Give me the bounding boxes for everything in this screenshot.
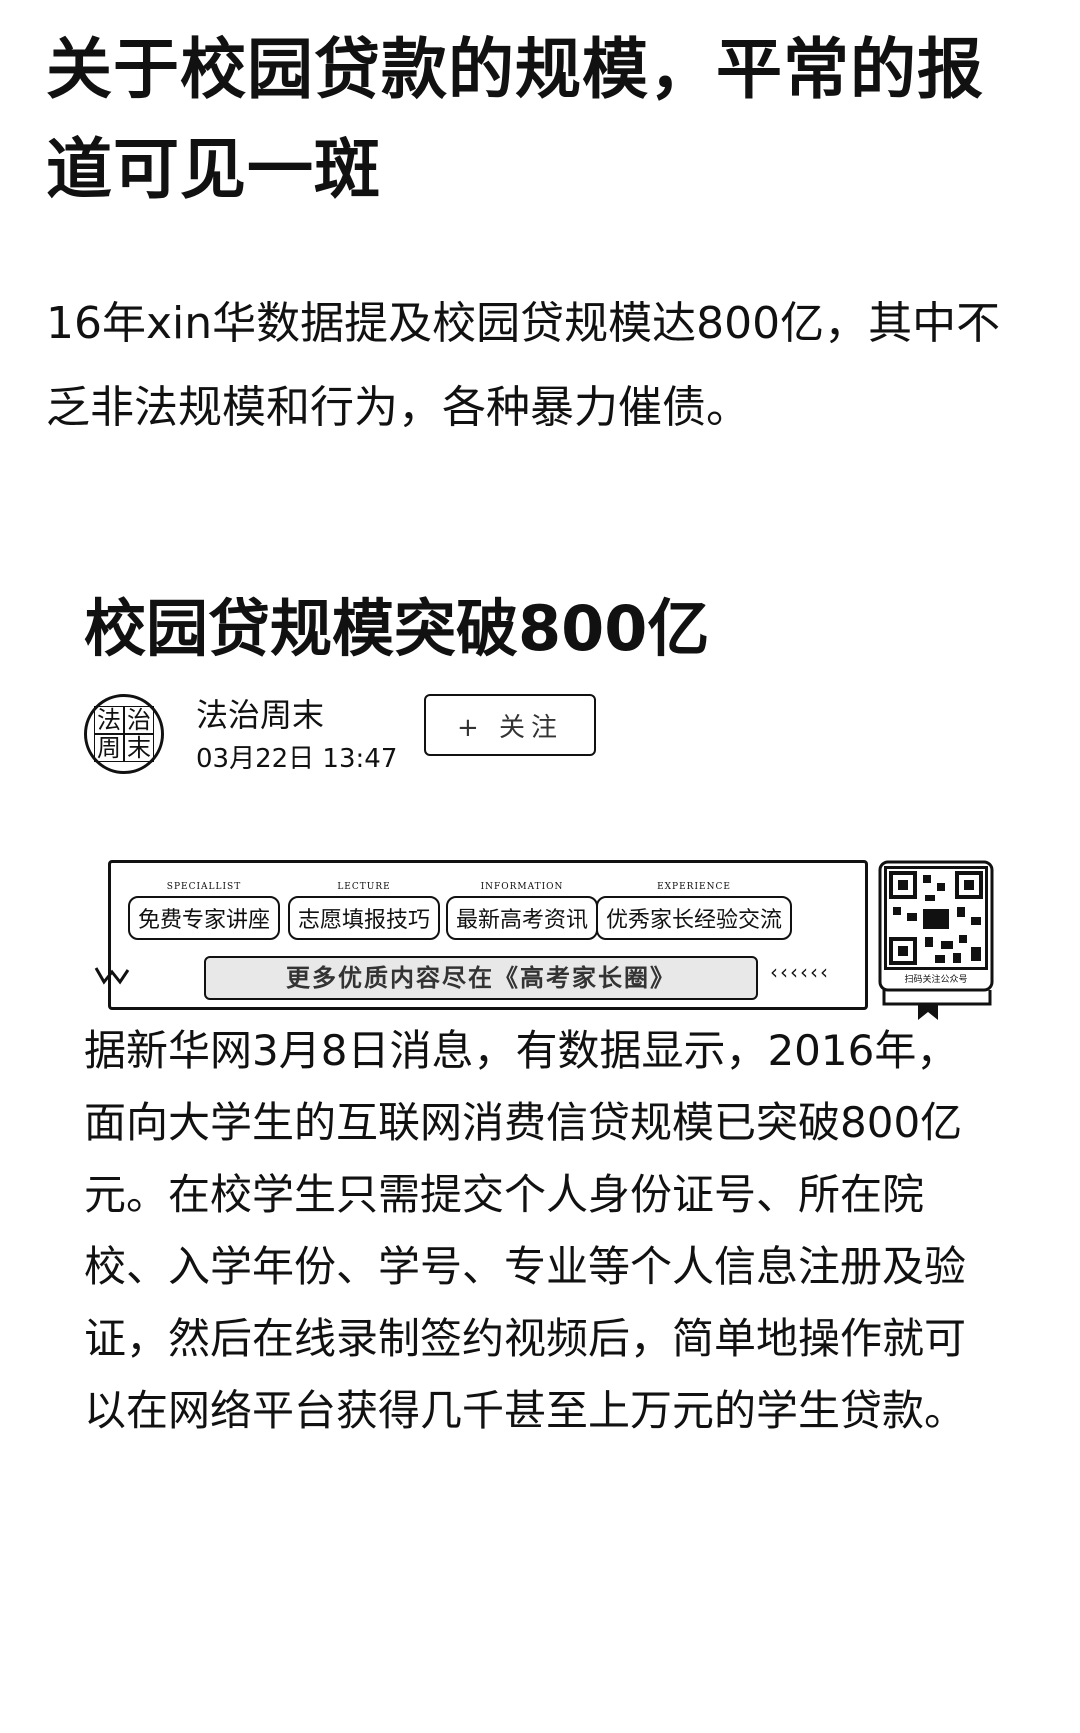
follow-button[interactable]: + 关注 bbox=[424, 694, 596, 756]
avatar-char: 法 bbox=[94, 706, 124, 734]
topic-en-label: INFORMATION bbox=[480, 882, 564, 892]
author-row: 法 治 周 末 法治周末 03月22日 13:47 + 关注 bbox=[84, 688, 984, 798]
qr-code-book[interactable]: 扫码关注公众号 bbox=[878, 860, 996, 1020]
avatar-char: 治 bbox=[124, 706, 154, 734]
banner-topics: SPECIALLIST 免费专家讲座 LECTURE 志愿填报技巧 INFORM… bbox=[128, 882, 868, 942]
qr-code-icon bbox=[884, 866, 988, 970]
author-avatar[interactable]: 法 治 周 末 bbox=[84, 694, 164, 774]
topic-en-label: LECTURE bbox=[337, 882, 391, 892]
avatar-char: 末 bbox=[124, 734, 154, 762]
article-headline: 关于校园贷款的规模，平常的报道可见一斑 bbox=[46, 31, 984, 208]
publish-time: 03月22日 13:47 bbox=[196, 744, 398, 774]
article-intro: 16年xin华数据提及校园贷规模达800亿，其中不乏非法规模和行为，各种暴力催债… bbox=[46, 298, 1001, 433]
author-name[interactable]: 法治周末 bbox=[196, 690, 324, 736]
banner-topic[interactable]: INFORMATION 最新高考资讯 bbox=[446, 882, 599, 940]
embedded-article-title: 校园贷规模突破800亿 bbox=[84, 592, 710, 665]
article-page: 关于校园贷款的规模，平常的报道可见一斑 16年xin华数据提及校园贷规模达800… bbox=[0, 0, 1080, 1733]
topic-cn-label: 免费专家讲座 bbox=[128, 896, 281, 940]
article-body-paragraph: 据新华网3月8日消息，有数据显示，2016年，面向大学生的互联网消费信贷规模已突… bbox=[84, 1026, 967, 1435]
qr-caption: 扫码关注公众号 bbox=[904, 975, 968, 985]
topic-en-label: EXPERIENCE bbox=[657, 882, 731, 892]
banner-topic[interactable]: LECTURE 志愿填报技巧 bbox=[288, 882, 441, 940]
topic-en-label: SPECIALLIST bbox=[166, 882, 242, 892]
banner-topic[interactable]: SPECIALLIST 免费专家讲座 bbox=[128, 882, 281, 940]
avatar-char: 周 bbox=[94, 734, 124, 762]
banner-link-button[interactable]: 更多优质内容尽在《高考家长圈》 bbox=[204, 956, 758, 1000]
topic-cn-label: 志愿填报技巧 bbox=[288, 896, 441, 940]
topic-cn-label: 优秀家长经验交流 bbox=[596, 896, 793, 940]
topic-cn-label: 最新高考资讯 bbox=[446, 896, 599, 940]
arrow-left-icon: ‹‹‹‹‹‹ bbox=[770, 960, 830, 984]
banner-topic[interactable]: EXPERIENCE 优秀家长经验交流 bbox=[596, 882, 793, 940]
promo-banner[interactable]: SPECIALLIST 免费专家讲座 LECTURE 志愿填报技巧 INFORM… bbox=[94, 860, 1008, 1030]
zigzag-decoration-icon bbox=[94, 967, 130, 985]
